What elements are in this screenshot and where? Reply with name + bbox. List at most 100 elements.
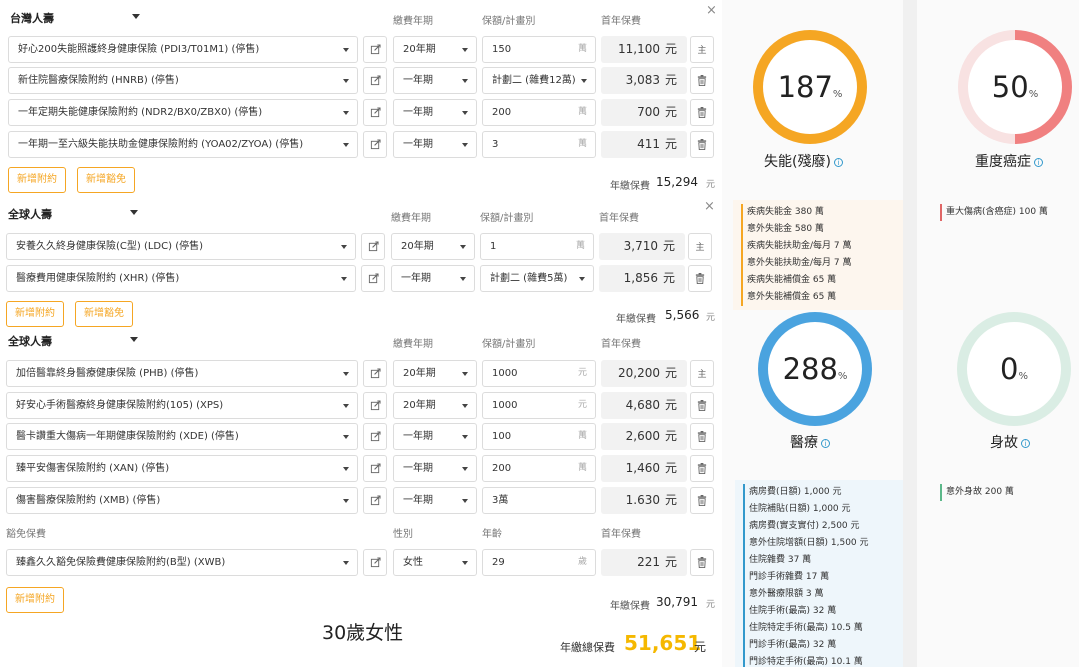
policy-select[interactable]: 新住院醫療保險附約 (HNRB) (停售) bbox=[8, 67, 358, 94]
add-waiver-button[interactable]: 新增豁免 bbox=[75, 301, 133, 327]
info-icon[interactable]: i bbox=[833, 157, 843, 167]
policy-select[interactable]: 好安心手術醫療終身健康保險附約(105) (XPS) bbox=[6, 392, 358, 419]
trash-icon[interactable] bbox=[690, 99, 714, 126]
policy-select[interactable]: 好心200失能照護終身健康保險 (PDI3/T01M1) (停售) bbox=[8, 36, 358, 63]
edit-icon[interactable] bbox=[363, 549, 387, 576]
policy-select[interactable]: 傷害醫療保險附約 (XMB) (停售) bbox=[6, 487, 358, 514]
waiver-select[interactable]: 臻鑫久久豁免保險費健康保險附約(B型) (XWB) bbox=[6, 549, 358, 576]
term-select[interactable]: 20年期 bbox=[393, 36, 477, 63]
policy-select[interactable]: 安養久久終身健康保險(C型) (LDC) (停售) bbox=[6, 233, 356, 260]
age-input[interactable]: 29 歲 bbox=[482, 549, 596, 576]
amount-input[interactable]: 1000 元 bbox=[482, 360, 596, 387]
amount-input[interactable]: 1000 元 bbox=[482, 392, 596, 419]
gauge-value-wrap: 288% bbox=[783, 352, 848, 386]
close-icon[interactable]: × bbox=[706, 3, 717, 18]
gauge-value: 50 bbox=[991, 70, 1029, 104]
edit-icon[interactable] bbox=[363, 99, 387, 126]
add-rider-button[interactable]: 新增附約 bbox=[6, 301, 64, 327]
trash-icon[interactable] bbox=[690, 392, 714, 419]
policy-select[interactable]: 一年定期失能健康保險附約 (NDR2/BX0/ZBX0) (停售) bbox=[8, 99, 358, 126]
trash-icon[interactable] bbox=[690, 487, 714, 514]
company-dropdown-icon[interactable] bbox=[130, 210, 138, 215]
edit-icon[interactable] bbox=[361, 265, 385, 292]
policy-select[interactable]: 醫卡讚重大傷病一年期健康保險附約 (XDE) (停售) bbox=[6, 423, 358, 450]
trash-icon[interactable] bbox=[690, 455, 714, 482]
coverage-item: 意外失能扶助金/每月 7 萬 bbox=[741, 255, 895, 272]
term-select[interactable]: 20年期 bbox=[393, 392, 477, 419]
edit-icon[interactable] bbox=[363, 423, 387, 450]
term-select[interactable]: 一年期 bbox=[393, 67, 477, 94]
term-select[interactable]: 20年期 bbox=[393, 360, 477, 387]
term-select[interactable]: 一年期 bbox=[393, 487, 477, 514]
add-rider-button[interactable]: 新增附約 bbox=[8, 167, 66, 193]
chevron-down-icon bbox=[462, 435, 468, 439]
plan-select[interactable]: 計劃二 (雜費5萬) bbox=[480, 265, 594, 292]
info-icon[interactable]: i bbox=[821, 438, 830, 448]
amount-input[interactable]: 1萬 bbox=[480, 233, 594, 260]
header-amount: 保額/計畫別 bbox=[482, 16, 536, 27]
company-name[interactable]: 台灣人壽 bbox=[10, 10, 54, 26]
premium-value: 3,710 元 bbox=[599, 233, 685, 260]
policy-name: 傷害醫療保險附約 (XMB) (停售) bbox=[16, 495, 161, 506]
header-amount: 保額/計畫別 bbox=[480, 213, 534, 224]
policy-select[interactable]: 臻平安傷害保險附約 (XAN) (停售) bbox=[6, 455, 358, 482]
amount-input[interactable]: 200 萬 bbox=[482, 99, 596, 126]
edit-icon[interactable] bbox=[363, 392, 387, 419]
policy-name: 一年期一至六級失能扶助金健康保險附約 (YOA02/ZYOA) (停售) bbox=[18, 139, 304, 150]
term-select[interactable]: 一年期 bbox=[393, 423, 477, 450]
company-name[interactable]: 全球人壽 bbox=[8, 206, 52, 222]
term-select[interactable]: 一年期 bbox=[393, 131, 477, 158]
edit-icon[interactable] bbox=[363, 360, 387, 387]
trash-icon[interactable] bbox=[688, 265, 712, 292]
chevron-down-icon bbox=[462, 404, 468, 408]
policy-name: 安養久久終身健康保險(C型) (LDC) (停售) bbox=[16, 241, 204, 252]
premium-amount: 700 bbox=[637, 105, 660, 119]
grand-total-unit: 元 bbox=[694, 640, 707, 654]
gender-select[interactable]: 女性 bbox=[393, 549, 477, 576]
premium-currency: 元 bbox=[664, 493, 677, 507]
edit-icon[interactable] bbox=[363, 131, 387, 158]
edit-icon[interactable] bbox=[363, 36, 387, 63]
policy-select[interactable]: 醫療費用健康保險附約 (XHR) (停售) bbox=[6, 265, 356, 292]
term-value: 一年期 bbox=[403, 75, 433, 86]
edit-icon[interactable] bbox=[363, 67, 387, 94]
annual-premium-value: 5,566 bbox=[665, 308, 700, 322]
trash-icon[interactable] bbox=[690, 67, 714, 94]
trash-icon[interactable] bbox=[690, 131, 714, 158]
edit-icon[interactable] bbox=[361, 233, 385, 260]
coverage-item: 疾病失能補償金 65 萬 bbox=[741, 272, 895, 289]
premium-currency: 元 bbox=[664, 137, 677, 151]
info-icon[interactable]: i bbox=[1021, 438, 1030, 448]
premium-currency: 元 bbox=[664, 73, 677, 87]
policy-select[interactable]: 一年期一至六級失能扶助金健康保險附約 (YOA02/ZYOA) (停售) bbox=[8, 131, 358, 158]
amount-input[interactable]: 150 萬 bbox=[482, 36, 596, 63]
edit-icon[interactable] bbox=[363, 455, 387, 482]
add-waiver-button[interactable]: 新增豁免 bbox=[77, 167, 135, 193]
coverage-item: 門診手術雜費 17 萬 bbox=[743, 569, 895, 586]
plan-select[interactable]: 計劃二 (雜費12萬) bbox=[482, 67, 596, 94]
company-dropdown-icon[interactable] bbox=[130, 337, 138, 342]
premium-currency: 元 bbox=[664, 461, 677, 475]
term-select[interactable]: 20年期 bbox=[391, 233, 475, 260]
premium-value: 1.630 元 bbox=[601, 487, 687, 514]
term-select[interactable]: 一年期 bbox=[393, 99, 477, 126]
company-dropdown-icon[interactable] bbox=[132, 14, 140, 19]
gauge-center: 187% bbox=[763, 40, 857, 134]
close-icon[interactable]: × bbox=[704, 199, 715, 214]
company-name[interactable]: 全球人壽 bbox=[8, 333, 52, 349]
amount-input[interactable]: 3萬 bbox=[482, 487, 596, 514]
gauge-ring: 187% bbox=[753, 30, 867, 144]
amount-input[interactable]: 200 萬 bbox=[482, 455, 596, 482]
info-icon[interactable]: i bbox=[1034, 157, 1043, 167]
term-select[interactable]: 一年期 bbox=[393, 455, 477, 482]
chevron-down-icon bbox=[343, 79, 349, 83]
add-rider-button[interactable]: 新增附約 bbox=[6, 587, 64, 613]
term-select[interactable]: 一年期 bbox=[391, 265, 475, 292]
policy-select[interactable]: 加倍醫靠終身醫療健康保險 (PHB) (停售) bbox=[6, 360, 358, 387]
trash-icon[interactable] bbox=[690, 423, 714, 450]
edit-icon[interactable] bbox=[363, 487, 387, 514]
amount-input[interactable]: 3萬 bbox=[482, 131, 596, 158]
trash-icon[interactable] bbox=[690, 549, 714, 576]
gauge-center: 288% bbox=[768, 322, 862, 416]
amount-input[interactable]: 100 萬 bbox=[482, 423, 596, 450]
